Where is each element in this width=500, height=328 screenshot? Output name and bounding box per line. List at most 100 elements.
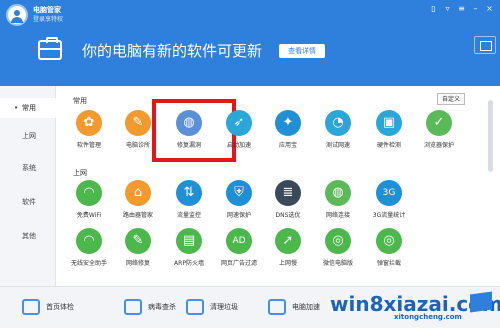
watermark-sub: xitongcheng.com (394, 313, 462, 321)
tool-1-3[interactable]: ⛨ 网速保护 (214, 180, 264, 219)
tool-label: 修复漏洞 (176, 142, 201, 149)
tool-label: 无线安全助手 (70, 260, 107, 267)
toolbox-main: 常用 自定义 上网 ✿ 软件管理 ✎ 电脑诊所 ◍ 修复漏洞 ➶ 启动加速 ✦ 应用宝 ◔ 测试网速 ▣… (56, 86, 500, 286)
tool-label: DNS选优 (275, 212, 301, 219)
skin-icon[interactable]: ▿ (443, 4, 452, 13)
rocket-icon (268, 299, 286, 315)
tool-label: 弹窗拦截 (376, 260, 401, 267)
tool-0-5[interactable]: ◔ 测试网速 (313, 110, 363, 149)
tool-label: 启动加速 (226, 142, 251, 149)
sidebar-item-1[interactable]: 上网 (0, 126, 56, 146)
tool-1-6[interactable]: 3G 3G流量统计 (364, 180, 414, 219)
sidebar-item-0[interactable]: 常用 (0, 98, 56, 118)
rocket-icon: ➶ (226, 110, 252, 136)
firewall-icon: ▤ (176, 228, 202, 254)
tool-label: 网速保护 (226, 212, 251, 219)
wifi-shield-icon: ◠ (76, 228, 102, 254)
footer-item-1[interactable]: 病毒查杀 (124, 299, 176, 315)
footer-item-3[interactable]: 电脑加速 (268, 299, 320, 315)
tool-label: 硬件检测 (376, 142, 401, 149)
tool-0-7[interactable]: ✓ 浏览器保护 (414, 110, 464, 149)
tool-label: 网络修复 (125, 260, 150, 267)
broom-icon (186, 299, 204, 315)
tool-0-2[interactable]: ◍ 修复漏洞 (164, 110, 214, 149)
tool-2-4[interactable]: ➚ 上网慢 (263, 228, 313, 267)
tool-label: 测试网速 (325, 142, 350, 149)
3g-icon: 3G (376, 180, 402, 206)
scrollbar[interactable] (488, 100, 493, 172)
sidebar-item-4[interactable]: 其他 (0, 226, 56, 246)
tool-label: 电脑诊所 (125, 142, 150, 149)
tool-0-4[interactable]: ✦ 应用宝 (263, 110, 313, 149)
app-store-icon: ✦ (275, 110, 301, 136)
tool-label: 上网慢 (278, 260, 297, 267)
tool-label: 3G流量统计 (372, 212, 406, 219)
headline: 你的电脑有新的软件可更新 (82, 42, 263, 60)
dns-icon: ≣ (275, 180, 301, 206)
tool-1-5[interactable]: ◍ 网络连接 (313, 180, 363, 219)
wechat-icon: ◎ (325, 228, 351, 254)
tool-1-4[interactable]: ≣ DNS选优 (263, 180, 313, 219)
view-details-button[interactable]: 查看详情 (279, 44, 325, 58)
tool-2-5[interactable]: ◎ 微信电脑版 (313, 228, 363, 267)
footer-item-2[interactable]: 清理垃圾 (186, 299, 238, 315)
hardware-icon: ▣ (376, 110, 402, 136)
tool-2-2[interactable]: ▤ ARP防火墙 (164, 228, 214, 267)
tool-label: 浏览器保护 (423, 142, 454, 149)
menu-icon[interactable]: ≡ (457, 4, 466, 13)
tool-2-6[interactable]: ◎ 弹窗拦截 (364, 228, 414, 267)
footer-item-label: 首页体检 (46, 303, 74, 311)
wrench-icon: ✎ (125, 110, 151, 136)
sidebar-item-3[interactable]: 软件 (0, 192, 56, 212)
login-link[interactable]: 登录享特权 (33, 15, 63, 25)
phone-icon[interactable]: ▯ (429, 4, 438, 13)
tool-0-6[interactable]: ▣ 硬件检测 (364, 110, 414, 149)
minimize-icon[interactable]: – (471, 4, 480, 13)
antivirus-icon (124, 299, 142, 315)
tool-label: ARP防火墙 (174, 260, 204, 267)
tool-1-0[interactable]: ◠ 免费WiFi (64, 180, 114, 219)
tool-1-2[interactable]: ⇅ 流量监控 (164, 180, 214, 219)
wrench-icon: ✎ (125, 228, 151, 254)
tool-label: 网络连接 (325, 212, 350, 219)
ad-filter-icon: AD (226, 228, 252, 254)
speedometer-icon: ◔ (325, 110, 351, 136)
browser-shield-icon: ✓ (426, 110, 452, 136)
sidebar-item-2[interactable]: 系统 (0, 158, 56, 178)
footer-item-0[interactable]: 首页体检 (22, 299, 74, 315)
popup-block-icon: ◎ (376, 228, 402, 254)
monitor-icon (22, 299, 40, 315)
tool-label: 免费WiFi (76, 212, 102, 219)
tool-label: 网页广告过滤 (220, 260, 257, 267)
wifi-icon: ◠ (76, 180, 102, 206)
brand[interactable]: 电脑管家 登录享特权 (6, 4, 63, 26)
traffic-icon: ⇅ (176, 180, 202, 206)
window-controls: ▯ ▿ ≡ – × (429, 4, 494, 13)
toolbox-icon (38, 37, 62, 60)
footer-item-label: 电脑加速 (292, 303, 320, 311)
close-icon[interactable]: × (485, 4, 494, 13)
tool-2-3[interactable]: AD 网页广告过滤 (214, 228, 264, 267)
tool-2-1[interactable]: ✎ 网络修复 (113, 228, 163, 267)
section-title-common: 常用 (73, 97, 87, 105)
tool-2-0[interactable]: ◠ 无线安全助手 (64, 228, 114, 267)
customize-button[interactable]: 自定义 (437, 93, 465, 105)
tool-label: 软件管理 (76, 142, 101, 149)
footer-item-label: 清理垃圾 (210, 303, 238, 311)
header: 电脑管家 登录享特权 ▯ ▿ ≡ – × 你的电脑有新的软件可更新 查看详情 (0, 0, 500, 86)
tool-0-3[interactable]: ➶ 启动加速 (214, 110, 264, 149)
tool-1-1[interactable]: ⌂ 路由器管家 (113, 180, 163, 219)
window: 电脑管家 登录享特权 ▯ ▿ ≡ – × 你的电脑有新的软件可更新 查看详情 常… (0, 0, 500, 328)
tool-0-0[interactable]: ✿ 软件管理 (64, 110, 114, 149)
user-avatar[interactable] (6, 4, 28, 26)
side-panel-toggle-icon[interactable] (474, 36, 496, 54)
tool-0-1[interactable]: ✎ 电脑诊所 (113, 110, 163, 149)
tool-label: 流量监控 (176, 212, 201, 219)
sidebar: 常用上网系统软件其他 (0, 86, 56, 286)
globe-icon: ◍ (325, 180, 351, 206)
slow-network-icon: ➚ (275, 228, 301, 254)
footer-item-label: 病毒查杀 (148, 303, 176, 311)
watermark-flag-icon (470, 291, 492, 313)
globe-icon: ◍ (176, 110, 202, 136)
tool-label: 应用宝 (278, 142, 297, 149)
